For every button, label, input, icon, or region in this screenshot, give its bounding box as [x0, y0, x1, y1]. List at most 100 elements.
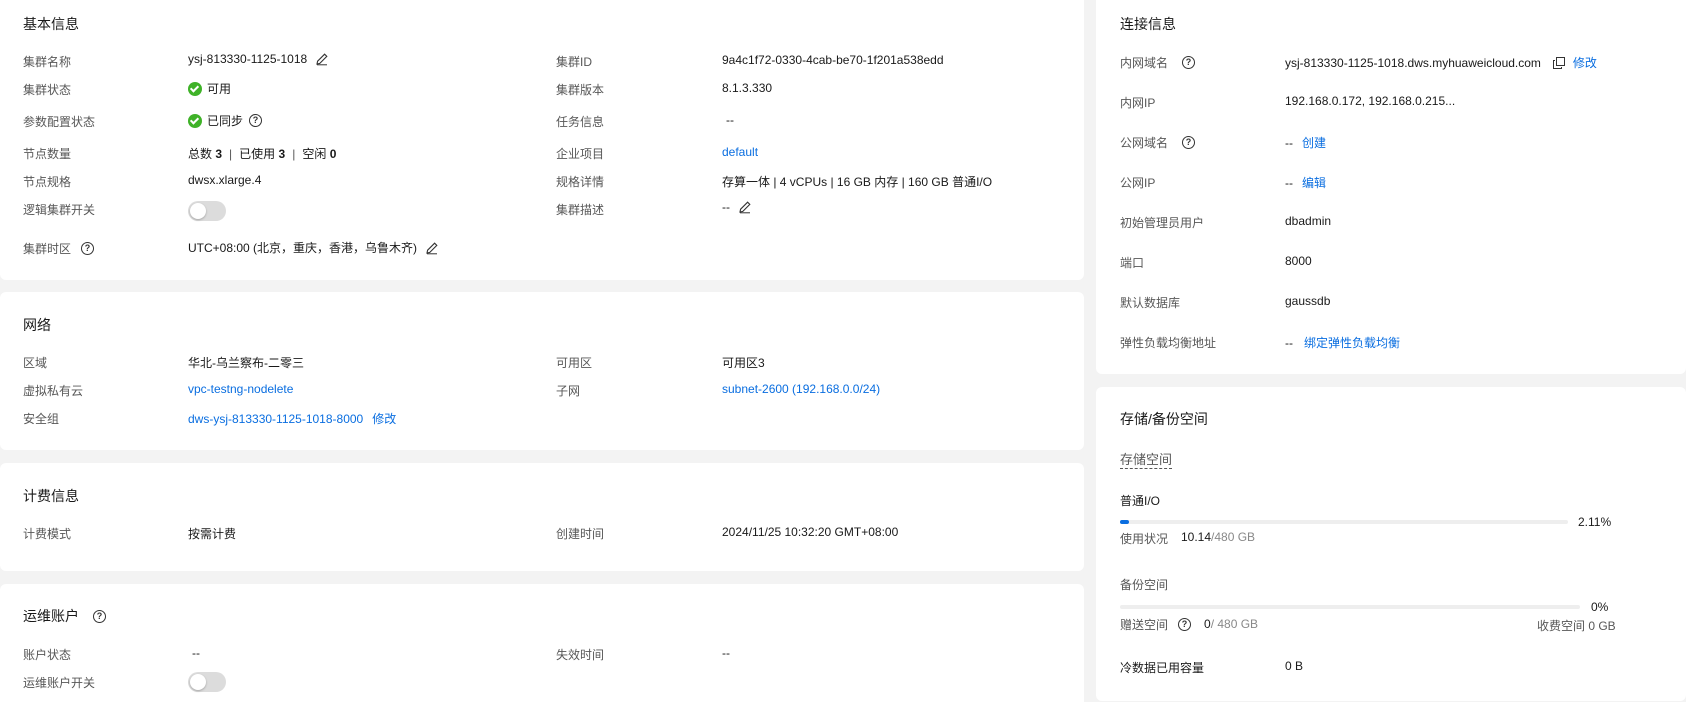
io-usage-bar-fill: [1120, 520, 1130, 524]
private-ip-value: 192.168.0.172, 192.168.0.215...: [1285, 94, 1456, 108]
param-status-label: 参数配置状态: [23, 115, 96, 129]
expire-value: --: [722, 646, 730, 660]
elb-value: -- 绑定弹性负载均衡: [1285, 334, 1400, 351]
node-spec-label: 节点规格: [23, 175, 72, 189]
separator: |: [229, 146, 233, 161]
param-status-text: 已同步: [207, 114, 244, 128]
backup-usage-percent: 0%: [1591, 600, 1609, 614]
subnet-link[interactable]: subnet-2600 (192.168.0.0/24): [722, 382, 880, 396]
separator: |: [292, 146, 296, 161]
gift-used: 0: [1204, 617, 1211, 631]
cluster-status-label: 集群状态: [23, 83, 72, 97]
az-value: 可用区3: [722, 356, 765, 370]
help-icon[interactable]: ?: [1182, 136, 1196, 149]
public-domain-label: 公网域名 ?: [1120, 134, 1196, 151]
private-ip-label: 内网IP: [1120, 96, 1156, 110]
default-db-label: 默认数据库: [1120, 296, 1181, 310]
private-domain-modify-link[interactable]: 修改: [1573, 54, 1597, 71]
az-label: 可用区: [556, 356, 593, 370]
node-idle-label: 空闲: [302, 147, 327, 161]
port-value: 8000: [1285, 254, 1312, 268]
node-spec-value: dwsx.xlarge.4: [188, 173, 262, 187]
account-status-label: 账户状态: [23, 648, 72, 662]
storage-card: 存储/备份空间 存储空间 普通I/O 2.11% 使用状况 10.14 /480…: [1096, 387, 1686, 701]
cluster-id-label: 集群ID: [556, 55, 593, 69]
usage-label: 使用状况: [1120, 532, 1169, 546]
elb-label: 弹性负载均衡地址: [1120, 336, 1217, 350]
billing-mode-label: 计费模式: [23, 527, 72, 541]
ops-account-toggle[interactable]: [188, 672, 226, 692]
cluster-name-text: ysj-813330-1125-1018: [188, 52, 308, 66]
cold-data-label: 冷数据已用容量: [1120, 661, 1205, 675]
private-domain-label-text: 内网域名: [1120, 56, 1169, 70]
expire-label: 失效时间: [556, 648, 605, 662]
enterprise-label: 企业项目: [556, 147, 605, 161]
storage-space-label: 存储空间: [1120, 449, 1173, 469]
logic-cluster-label: 逻辑集群开关: [23, 203, 96, 217]
usage-value: 10.14 /480 GB: [1181, 530, 1255, 544]
network-card: 网络 区域 华北-乌兰察布-二零三 虚拟私有云 vpc-testng-nodel…: [0, 292, 1084, 450]
network-title: 网络: [23, 317, 51, 333]
desc-label: 集群描述: [556, 203, 605, 217]
private-domain-value: ysj-813330-1125-1018.dws.myhuaweicloud.c…: [1285, 54, 1597, 71]
timezone-label: 集群时区 ?: [23, 240, 95, 257]
public-ip-value: -- 编辑: [1285, 174, 1326, 191]
help-icon[interactable]: ?: [1178, 618, 1192, 631]
edit-pencil-icon[interactable]: [738, 200, 752, 214]
ops-title: 运维账户 ?: [23, 606, 106, 626]
sg-link[interactable]: dws-ysj-813330-1125-1018-8000: [188, 412, 363, 426]
storage-space-text: 存储空间: [1120, 452, 1173, 469]
version-value: 8.1.3.330: [722, 81, 773, 95]
node-count-value: 总数 3 | 已使用 3 | 空闲 0: [188, 145, 336, 162]
elb-text: --: [1285, 335, 1293, 350]
charged-space: 收费空间 0 GB: [1537, 619, 1616, 633]
ops-card: 运维账户 ? 账户状态 -- 运维账户开关 失效时间 --: [0, 584, 1084, 702]
backup-usage-bar: [1120, 605, 1580, 609]
admin-value: dbadmin: [1285, 214, 1332, 228]
edit-pencil-icon[interactable]: [425, 241, 439, 255]
usage-used: 10.14: [1181, 530, 1212, 544]
cold-data-value: 0 B: [1285, 659, 1304, 673]
enterprise-link[interactable]: default: [722, 145, 758, 159]
logic-cluster-toggle[interactable]: [188, 201, 226, 221]
copy-icon[interactable]: [1552, 56, 1565, 69]
public-domain-label-text: 公网域名: [1120, 136, 1169, 150]
gift-space-label: 赠送空间 ?: [1120, 616, 1192, 633]
help-icon[interactable]: ?: [249, 114, 263, 127]
cluster-status-text: 可用: [207, 82, 232, 96]
gift-space-label-text: 赠送空间: [1120, 618, 1169, 632]
io-usage-bar: [1120, 520, 1568, 524]
connection-card: 连接信息 内网域名 ? ysj-813330-1125-1018.dws.myh…: [1096, 0, 1686, 374]
private-domain-text: ysj-813330-1125-1018.dws.myhuaweicloud.c…: [1285, 55, 1541, 70]
edit-pencil-icon[interactable]: [315, 52, 329, 66]
public-ip-edit-link[interactable]: 编辑: [1302, 174, 1326, 191]
bind-elb-link[interactable]: 绑定弹性负载均衡: [1304, 334, 1400, 351]
node-count-label: 节点数量: [23, 147, 72, 161]
node-used-value: 3: [278, 146, 286, 161]
ops-title-text: 运维账户: [23, 608, 79, 624]
io-usage-percent: 2.11%: [1578, 515, 1612, 529]
desc-value: --: [722, 200, 752, 214]
task-label: 任务信息: [556, 115, 605, 129]
public-domain-create-link[interactable]: 创建: [1302, 134, 1326, 151]
sg-modify-link[interactable]: 修改: [372, 410, 396, 427]
port-label: 端口: [1120, 256, 1145, 270]
node-idle-value: 0: [329, 146, 337, 161]
node-used-label: 已使用: [239, 147, 276, 161]
help-icon[interactable]: ?: [1182, 56, 1196, 69]
node-total-value: 3: [215, 146, 223, 161]
desc-text: --: [722, 200, 730, 214]
check-circle-icon: [188, 81, 202, 96]
help-icon[interactable]: ?: [81, 242, 95, 255]
vpc-link[interactable]: vpc-testng-nodelete: [188, 382, 293, 396]
help-icon[interactable]: ?: [93, 609, 106, 623]
cluster-status-value: 可用: [188, 80, 231, 97]
created-label: 创建时间: [556, 527, 605, 541]
cluster-name-value: ysj-813330-1125-1018: [188, 52, 329, 66]
cluster-id-value: 9a4c1f72-0330-4cab-be70-1f201a538edd: [722, 53, 944, 67]
region-value: 华北-乌兰察布-二零三: [188, 356, 304, 370]
cluster-name-label: 集群名称: [23, 55, 72, 69]
task-value: --: [726, 113, 734, 127]
public-ip-text: --: [1285, 175, 1293, 190]
public-domain-value: -- 创建: [1285, 134, 1326, 151]
